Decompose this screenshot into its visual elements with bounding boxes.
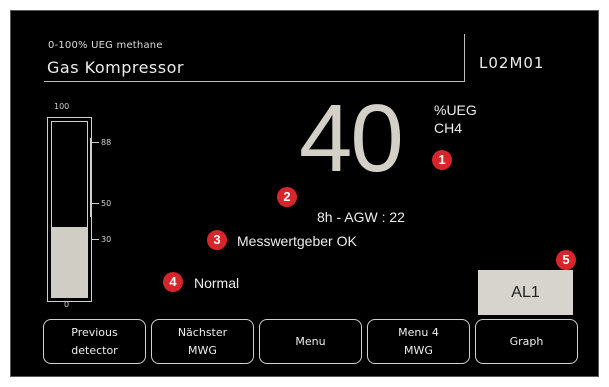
tick-88 [92, 142, 99, 143]
callout-badge-4: 4 [163, 272, 183, 292]
previous-detector-button[interactable]: Previous detector [43, 319, 146, 364]
menu-button[interactable]: Menu [259, 319, 362, 364]
alarm-indicator[interactable]: AL1 [478, 270, 573, 315]
graph-button[interactable]: Graph [475, 319, 578, 364]
tick-label-50: 50 [101, 199, 112, 208]
location-title: Gas Kompressor [47, 58, 184, 77]
menu-4-mwg-button[interactable]: Menu 4 MWG [367, 319, 470, 364]
scale-max-label: 100 [54, 102, 70, 111]
unit-label: %UEG [434, 102, 477, 118]
concentration-bar-gauge [47, 117, 92, 302]
callout-badge-5: 5 [556, 250, 576, 270]
sensor-status: Messwertgeber OK [237, 233, 357, 249]
scale-line [90, 138, 91, 217]
detector-id: L02M01 [479, 54, 545, 72]
detector-screen: 0-100% UEG methane Gas Kompressor L02M01… [10, 10, 599, 377]
callout-badge-3: 3 [207, 230, 227, 250]
measurement-range-label: 0-100% UEG methane [48, 40, 163, 51]
bar-track [51, 121, 88, 298]
agw-readout: 8h - AGW : 22 [317, 209, 405, 225]
gas-label: CH4 [434, 120, 463, 137]
softkey-bar: Previous detector Nächster MWG Menu Menu… [43, 319, 580, 364]
tick-50 [92, 203, 99, 204]
gas-concentration-value: 40 [299, 85, 404, 192]
tick-30 [92, 239, 99, 240]
callout-badge-2: 2 [277, 187, 297, 207]
callout-badge-1: 1 [432, 150, 452, 170]
unit-gas-label: %UEG CH4 [434, 101, 477, 137]
next-mwg-button[interactable]: Nächster MWG [151, 319, 254, 364]
operating-mode: Normal [194, 275, 240, 291]
bar-fill [52, 227, 87, 297]
scale-min-label: 0 [64, 300, 70, 309]
tick-label-88: 88 [101, 138, 112, 147]
tick-label-30: 30 [101, 235, 112, 244]
